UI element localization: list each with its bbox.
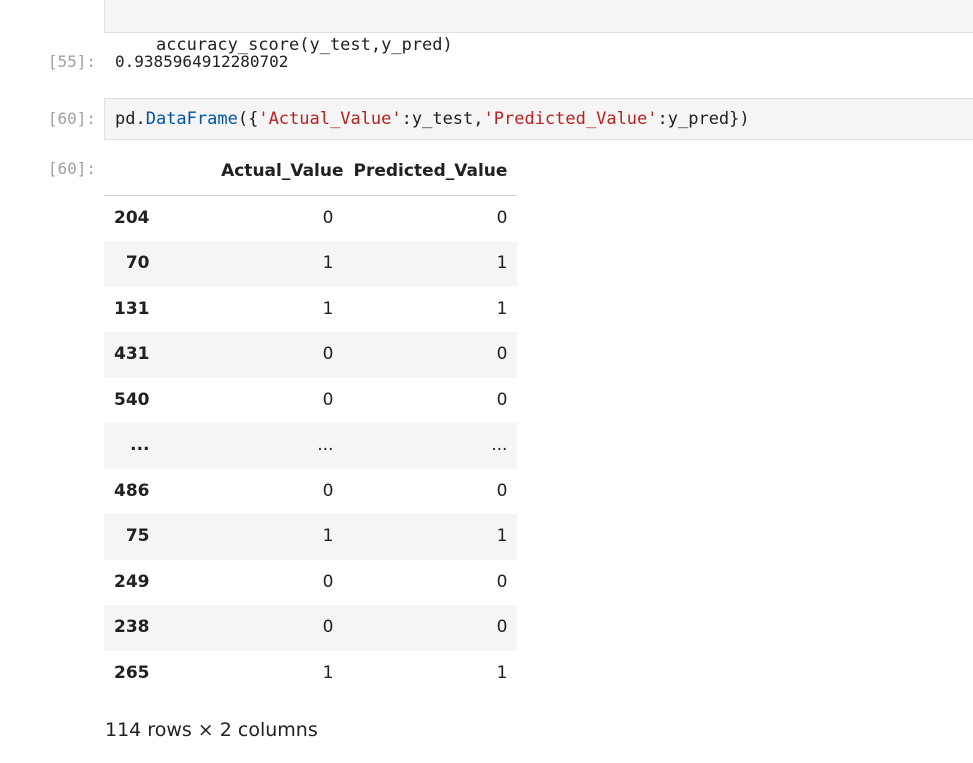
cell-predicted-value: 1 [496, 253, 508, 273]
cell-predicted-value: 1 [496, 298, 508, 319]
table-row: ......... [104, 423, 518, 469]
column-header-actual: Actual_Value [159, 149, 344, 196]
table-row: 131 1 1 [104, 287, 517, 333]
cell-actual-value: 1 [322, 253, 334, 273]
row-index: 75 [125, 526, 150, 546]
table-row: 238 0 0 [104, 605, 518, 651]
cell-actual-value: 1 [322, 662, 334, 683]
input-prompt-60: [60]: [47, 109, 96, 128]
code-token: ({ [237, 109, 259, 129]
cell-predicted-value: 0 [496, 389, 508, 410]
cell-actual-value: 1 [322, 526, 334, 546]
table-body: 204 0 0 70 1 1 131 1 1 431 0 0 540 0 0......... 486 0 0 75… [104, 195, 518, 697]
row-index: 204 [114, 207, 150, 228]
code-token: :y_test, [401, 109, 484, 129]
table-row: 540 0 0 [104, 378, 517, 424]
table-header-row: Actual_Value Predicted_Value [104, 149, 518, 196]
cell-predicted-value: 1 [496, 526, 508, 546]
row-index: 249 [114, 571, 150, 592]
table-row: 486 0 0 [104, 469, 517, 515]
dataframe-table: Actual_Value Predicted_Value 204 0 0 70 1 1 13… [104, 149, 518, 697]
code-token: }) [729, 109, 750, 129]
table-row: 265 1 1 [104, 651, 517, 697]
row-index: ... [130, 435, 150, 455]
code-token: :y_pred [657, 109, 730, 129]
column-header-predicted: Predicted_Value [343, 149, 518, 196]
code-token: pd. [115, 109, 146, 129]
row-index: 70 [125, 253, 150, 273]
table-row: 70 1 1 [104, 241, 518, 287]
index-header [104, 149, 160, 196]
notebook: accuracy_score(y_test,y_pred) [55]: 0.93… [0, 0, 973, 763]
code-cell-dataframe[interactable]: pd.DataFrame({'Actual_Value':y_test,'Pre… [104, 98, 973, 140]
cell-predicted-value: ... [491, 435, 508, 455]
table-row: 204 0 0 [104, 195, 517, 241]
cell-actual-value: 0 [322, 207, 334, 228]
row-index: 265 [114, 662, 150, 683]
accuracy-output-value: 0.9385964912280702 [115, 52, 289, 71]
code-cell-accuracy[interactable]: accuracy_score(y_test,y_pred) [104, 0, 973, 55]
row-index: 431 [114, 344, 150, 364]
code-token: DataFrame [145, 109, 238, 129]
cell-predicted-value: 0 [496, 344, 508, 364]
row-index: 131 [114, 298, 150, 319]
row-index: 486 [114, 480, 150, 501]
output-prompt-55: [55]: [47, 52, 96, 71]
cell-predicted-value: 0 [496, 571, 508, 592]
table-row: 431 0 0 [104, 332, 518, 378]
table-row: 75 1 1 [104, 514, 518, 560]
output-prompt-60: [60]: [47, 159, 96, 178]
cell-actual-value: 1 [322, 298, 334, 319]
cell-predicted-value: 0 [496, 207, 508, 228]
row-index: 540 [114, 389, 150, 410]
dataframe-shape-caption: 114 rows × 2 columns [105, 719, 318, 741]
row-index: 238 [114, 617, 150, 637]
table-row: 249 0 0 [104, 560, 517, 606]
code-token: 'Actual_Value' [258, 109, 402, 129]
cell-actual-value: ... [317, 435, 334, 455]
cell-actual-value: 0 [322, 480, 334, 501]
cell-actual-value: 0 [322, 344, 334, 364]
cell-actual-value: 0 [322, 389, 334, 410]
cell-predicted-value: 0 [496, 617, 508, 637]
cell-actual-value: 0 [322, 571, 334, 592]
code-token: 'Predicted_Value' [483, 109, 658, 129]
cell-predicted-value: 0 [496, 480, 508, 501]
cell-actual-value: 0 [322, 617, 334, 637]
cell-predicted-value: 1 [496, 662, 508, 683]
